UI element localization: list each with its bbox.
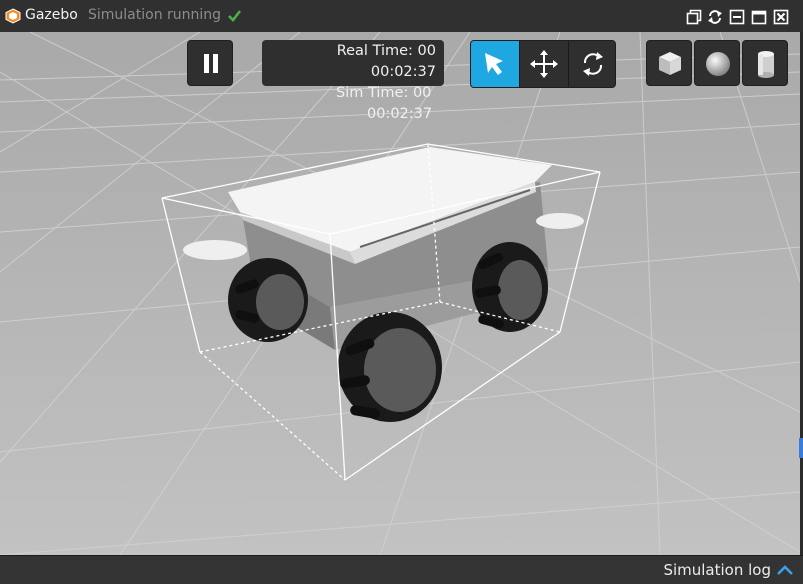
scene-viewport[interactable]: Real Time: 00 00:02:37 Sim Time: 00 00:0… (0, 32, 800, 555)
rotate-arrows-icon (583, 52, 603, 76)
simulation-status: Simulation running (88, 7, 222, 23)
restore-window-icon[interactable] (686, 9, 702, 25)
side-panel-handle[interactable] (799, 438, 803, 458)
real-time-value: 00:02:37 (370, 64, 436, 80)
real-time-label: Real Time: 00 (336, 43, 436, 59)
maximize-window-icon[interactable] (751, 9, 767, 25)
insert-cylinder-button[interactable] (742, 40, 788, 86)
sphere-icon (706, 52, 730, 76)
reload-icon[interactable] (707, 9, 723, 25)
sim-time-label: Sim Time: 00 (336, 85, 432, 101)
minimize-window-icon[interactable] (729, 9, 745, 25)
box-icon (659, 52, 681, 75)
gazebo-logo-icon (5, 8, 21, 24)
chevron-up-icon[interactable] (776, 563, 794, 577)
select-arrow-icon (485, 53, 503, 75)
insert-sphere-button[interactable] (694, 40, 740, 86)
status-bar: Simulation log (0, 555, 803, 584)
cylinder-icon (758, 51, 774, 78)
simulation-log-toggle[interactable]: Simulation log (663, 561, 771, 579)
pause-icon (204, 54, 218, 73)
sim-time-value: 00:02:37 (367, 106, 433, 122)
move-arrows-icon (530, 50, 558, 78)
title-bar: Gazebo Simulation running (0, 0, 803, 32)
insert-box-button[interactable] (646, 40, 692, 86)
close-window-icon[interactable] (773, 9, 789, 25)
select-mode-button[interactable] (471, 41, 519, 87)
check-icon (228, 10, 242, 22)
manipulation-mode-group (470, 40, 616, 88)
pause-button[interactable] (187, 40, 233, 86)
rotate-mode-button[interactable] (569, 41, 615, 87)
translate-mode-button[interactable] (520, 41, 568, 87)
window-title: Gazebo (25, 7, 78, 23)
time-panel: Real Time: 00 00:02:37 (262, 40, 444, 86)
